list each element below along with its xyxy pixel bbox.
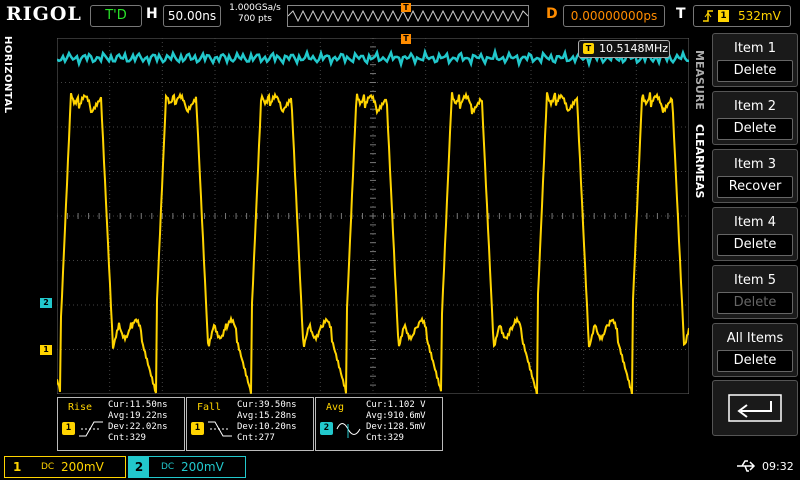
menu-item-1[interactable]: Item 1 Delete: [712, 33, 798, 87]
menu-item-4[interactable]: Item 4 Delete: [712, 207, 798, 261]
menu-item-label: Item 4: [734, 215, 776, 230]
menu-item-label: Item 3: [734, 157, 776, 172]
frequency-trigger-badge: T: [583, 43, 594, 54]
menu-item-label: All Items: [726, 331, 784, 346]
measurement-title: Fall: [197, 402, 222, 413]
delete-button[interactable]: Delete: [717, 234, 793, 256]
measurement-avg: Avg:15.28ns: [237, 411, 297, 421]
channel2-setting[interactable]: 2 DC 200mV: [128, 456, 246, 478]
measurement-dev: Dev:128.5mV: [366, 422, 426, 432]
usb-icon: [736, 459, 756, 477]
trigger-setting[interactable]: 1 532mV: [693, 5, 791, 27]
acquisition-info: 1.000GSa/s 700 pts: [228, 3, 282, 25]
return-arrow-icon: [728, 394, 782, 422]
run-state-indicator[interactable]: T'D: [90, 5, 142, 27]
back-button[interactable]: [712, 380, 798, 436]
measurement-cnt: Cnt:277: [237, 433, 275, 443]
delete-button-disabled: Delete: [717, 292, 793, 314]
delay-label: D: [546, 6, 558, 22]
horizontal-label: H: [146, 6, 158, 22]
average-icon: [336, 423, 361, 438]
measurement-fall: Fall 1 Cur:39.50ns Avg:15.28ns Dev:10.20ns…: [186, 397, 314, 451]
clearmeas-tab-label: CLEARMEAS: [693, 124, 706, 199]
menu-item-5[interactable]: Item 5 Delete: [712, 265, 798, 319]
menu-item-label: Item 1: [734, 41, 776, 56]
horizontal-tab-label: HORIZONTAL: [2, 36, 13, 114]
measurement-avg: Avg:19.22ns: [108, 411, 168, 421]
memory-trigger-marker: T: [401, 3, 411, 12]
measurement-avg: Avg:910.6mV: [366, 411, 426, 421]
trigger-position-marker[interactable]: T: [401, 34, 411, 44]
menu-item-2[interactable]: Item 2 Delete: [712, 91, 798, 145]
measurement-values: Cur:11.50ns Avg:19.22ns Dev:22.02ns Cnt:329: [108, 400, 168, 444]
measurement-source-badge: 1: [62, 422, 75, 435]
menu-all-items[interactable]: All Items Delete: [712, 323, 798, 377]
measurement-cur: Cur:39.50ns: [237, 400, 297, 410]
measurement-cur: Cur:11.50ns: [108, 400, 168, 410]
memory-depth: 700 pts: [238, 14, 272, 24]
clock-time: 09:32: [762, 460, 794, 473]
measurement-source-badge: 2: [320, 422, 333, 435]
measure-tab-label: MEASURE: [693, 50, 706, 110]
sample-rate: 1.000GSa/s: [229, 3, 281, 13]
measurement-title: Avg: [326, 402, 345, 413]
recover-button[interactable]: Recover: [717, 176, 793, 198]
channel1-offset-marker[interactable]: 1: [40, 345, 52, 355]
measurement-dev: Dev:10.20ns: [237, 422, 297, 432]
frequency-counter: T 10.5148MHz: [578, 40, 670, 58]
channel2-offset-marker[interactable]: 2: [40, 298, 52, 308]
rigol-logo: RIGOL: [6, 3, 82, 25]
measurement-avg: Avg 2 Cur:1.102 V Avg:910.6mV Dev:128.5mV C…: [315, 397, 443, 451]
top-status-bar: RIGOL T'D H 50.00ns 1.000GSa/s 700 pts T…: [0, 0, 800, 30]
channel1-coupling: DC: [41, 462, 55, 472]
measurement-source-badge: 1: [191, 422, 204, 435]
channel2-number: 2: [129, 457, 149, 477]
measurement-cur: Cur:1.102 V: [366, 400, 426, 410]
delete-button[interactable]: Delete: [717, 60, 793, 82]
menu-item-label: Item 2: [734, 99, 776, 114]
fall-time-icon: [208, 421, 232, 437]
delete-button[interactable]: Delete: [717, 118, 793, 140]
menu-item-3[interactable]: Item 3 Recover: [712, 149, 798, 203]
trigger-source-badge: 1: [718, 10, 729, 22]
waveform-display: [57, 38, 689, 394]
measurement-title: Rise: [68, 402, 93, 413]
delete-all-button[interactable]: Delete: [717, 350, 793, 372]
menu-item-label: Item 5: [734, 273, 776, 288]
timebase-value[interactable]: 50.00ns: [163, 5, 221, 27]
channel2-scale: 200mV: [181, 460, 224, 474]
horizontal-side-tab[interactable]: HORIZONTAL: [0, 30, 22, 120]
measurement-cnt: Cnt:329: [366, 433, 404, 443]
rise-time-icon: [79, 421, 103, 437]
measurement-values: Cur:39.50ns Avg:15.28ns Dev:10.20ns Cnt:277: [237, 400, 297, 444]
measure-side-tab[interactable]: MEASURE CLEARMEAS: [689, 30, 711, 215]
channel1-number: 1: [13, 460, 22, 474]
channel1-scale: 200mV: [61, 460, 104, 474]
measurement-dev: Dev:22.02ns: [108, 422, 168, 432]
channel1-setting[interactable]: 1 DC 200mV: [4, 456, 126, 478]
measurement-rise: Rise 1 Cur:11.50ns Avg:19.22ns Dev:22.02ns…: [57, 397, 185, 451]
delay-value[interactable]: 0.00000000ps: [563, 5, 665, 27]
trigger-level: 532mV: [738, 9, 781, 23]
trigger-label: T: [676, 6, 686, 22]
frequency-value: 10.5148MHz: [599, 42, 669, 55]
measurement-cnt: Cnt:329: [108, 433, 146, 443]
channel2-coupling: DC: [161, 462, 175, 472]
measurement-values: Cur:1.102 V Avg:910.6mV Dev:128.5mV Cnt:329: [366, 400, 426, 444]
rising-edge-icon: [702, 6, 714, 32]
